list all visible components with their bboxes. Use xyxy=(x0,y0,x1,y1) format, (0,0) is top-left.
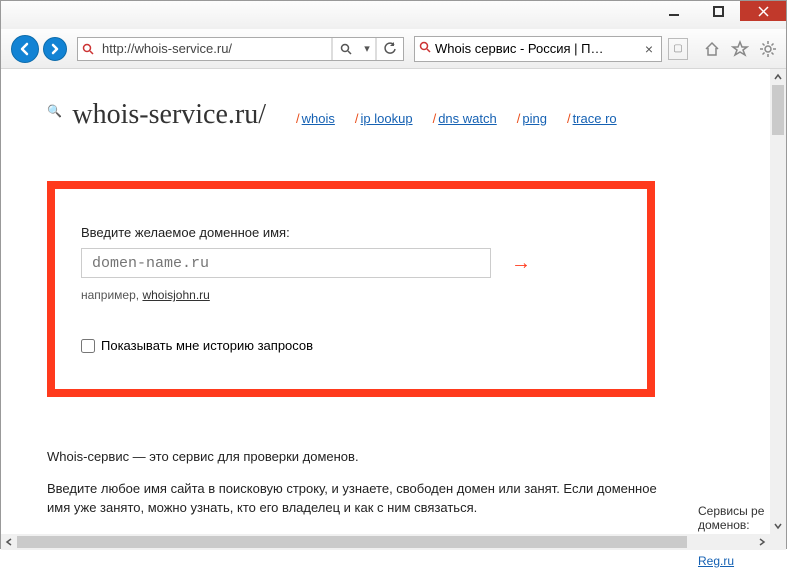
browser-tab[interactable]: Whois сервис - Россия | П… × xyxy=(414,36,662,62)
minimize-button[interactable] xyxy=(652,1,696,21)
favicon-search-icon xyxy=(419,41,431,56)
search-form-box: Введите желаемое доменное имя: → наприме… xyxy=(47,181,655,397)
example-text: например, whoisjohn.ru xyxy=(81,288,617,302)
settings-gear-icon[interactable] xyxy=(758,39,778,59)
favorites-icon[interactable] xyxy=(730,39,750,59)
nav-ip-lookup[interactable]: ip lookup xyxy=(361,111,413,126)
domain-input-label: Введите желаемое доменное имя: xyxy=(81,225,617,240)
home-icon[interactable] xyxy=(702,39,722,59)
desc-p2: Введите любое имя сайта в поисковую стро… xyxy=(47,479,657,518)
back-button[interactable] xyxy=(11,35,39,63)
address-bar[interactable]: http://whois-service.ru/ ▾ xyxy=(77,37,404,61)
scroll-left-arrow[interactable] xyxy=(1,534,17,550)
toolbar-icons xyxy=(702,39,778,59)
page-header: 🔍 whois-service.ru/ /whois /ip lookup /d… xyxy=(47,99,770,131)
page-title: whois-service.ru/ xyxy=(72,99,266,130)
history-label: Показывать мне историю запросов xyxy=(101,338,313,353)
new-tab-button[interactable]: ▢ xyxy=(668,38,688,60)
domain-input[interactable] xyxy=(81,248,491,278)
desc-p1: Whois-сервис — это сервис для проверки д… xyxy=(47,447,657,467)
nav-traceroute[interactable]: trace ro xyxy=(573,111,617,126)
search-go-icon[interactable] xyxy=(333,43,359,55)
refresh-button[interactable] xyxy=(377,42,403,56)
horizontal-scrollbar[interactable] xyxy=(1,534,770,550)
history-checkbox[interactable] xyxy=(81,339,95,353)
scroll-up-arrow[interactable] xyxy=(770,69,786,85)
toolbar: http://whois-service.ru/ ▾ Whois сервис … xyxy=(1,29,786,69)
tab-close-button[interactable]: × xyxy=(641,41,657,57)
window-controls xyxy=(652,1,786,21)
scroll-corner xyxy=(770,534,786,550)
address-dropdown-icon[interactable]: ▾ xyxy=(359,42,375,55)
search-mark-icon: 🔍 xyxy=(47,104,62,118)
scroll-down-arrow[interactable] xyxy=(770,518,786,534)
scroll-right-arrow[interactable] xyxy=(754,534,770,550)
page-content: 🔍 whois-service.ru/ /whois /ip lookup /d… xyxy=(1,69,770,534)
hscroll-thumb[interactable] xyxy=(17,536,687,548)
sidebar-link-regru[interactable]: Reg.ru xyxy=(698,554,770,568)
close-button[interactable] xyxy=(740,1,786,21)
top-nav: /whois /ip lookup /dns watch /ping /trac… xyxy=(296,111,617,126)
forward-button[interactable] xyxy=(43,37,67,61)
submit-arrow-button[interactable]: → xyxy=(511,252,530,275)
vscroll-thumb[interactable] xyxy=(772,85,784,135)
maximize-button[interactable] xyxy=(696,1,740,21)
description: Whois-сервис — это сервис для проверки д… xyxy=(47,447,657,534)
nav-whois[interactable]: whois xyxy=(302,111,335,126)
nav-dns-watch[interactable]: dns watch xyxy=(438,111,497,126)
nav-ping[interactable]: ping xyxy=(522,111,547,126)
title-bar xyxy=(1,1,786,29)
vertical-scrollbar[interactable] xyxy=(770,69,786,534)
search-icon xyxy=(78,43,98,55)
viewport: 🔍 whois-service.ru/ /whois /ip lookup /d… xyxy=(1,69,786,550)
example-link[interactable]: whoisjohn.ru xyxy=(142,288,209,302)
url-text[interactable]: http://whois-service.ru/ xyxy=(98,41,331,56)
tab-title: Whois сервис - Россия | П… xyxy=(435,41,637,56)
